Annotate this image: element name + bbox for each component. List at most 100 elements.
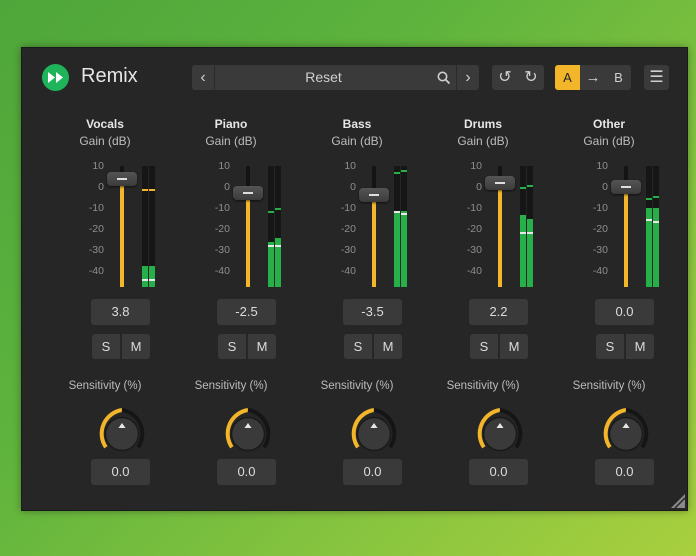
meter-hold-marker — [275, 208, 281, 211]
db-tick-label: 10 — [218, 160, 230, 172]
sensitivity-label: Sensitivity (%) — [320, 380, 394, 392]
sensitivity-knob[interactable] — [218, 404, 278, 464]
channel-name: Bass — [342, 117, 372, 131]
gain-fader-fill — [498, 182, 502, 287]
gain-label: Gain (dB) — [583, 134, 635, 148]
gain-value-field[interactable]: -2.5 — [217, 299, 276, 325]
remix-panel: Remix ‹ Reset › ↺ ↻ A → B ☰ Vocals Gain (… — [21, 47, 688, 511]
db-tick-label: -40 — [592, 265, 608, 277]
meter-level — [520, 214, 526, 287]
db-tick-label: -30 — [466, 244, 482, 256]
mute-button[interactable]: M — [374, 334, 402, 359]
sensitivity-value-field[interactable]: 0.0 — [217, 459, 276, 485]
meter-hold-marker — [646, 197, 652, 200]
meter-peak-marker — [149, 278, 155, 281]
sensitivity-knob[interactable] — [596, 404, 656, 464]
solo-button[interactable]: S — [596, 334, 624, 359]
sensitivity-value-field[interactable]: 0.0 — [91, 459, 150, 485]
db-tick-label: 0 — [350, 181, 356, 193]
level-meter — [653, 166, 659, 287]
db-tick-label: -30 — [88, 244, 104, 256]
gain-fader-handle[interactable] — [233, 185, 263, 200]
meter-hold-marker — [149, 189, 155, 192]
level-meter — [401, 166, 407, 287]
gain-value-field[interactable]: 3.8 — [91, 299, 150, 325]
db-scale: 10 0 -10 -20 -30 -40 — [70, 160, 104, 290]
meter-peak-marker — [653, 221, 659, 224]
gain-value-field[interactable]: 2.2 — [469, 299, 528, 325]
mute-button[interactable]: M — [248, 334, 276, 359]
gain-fader-fill — [624, 187, 628, 287]
meter-peak-marker — [527, 231, 533, 234]
db-tick-label: -30 — [214, 244, 230, 256]
meter-hold-marker — [401, 170, 407, 173]
db-tick-label: -20 — [592, 223, 608, 235]
meter-peak-marker — [646, 219, 652, 222]
sensitivity-knob[interactable] — [470, 404, 530, 464]
solo-button[interactable]: S — [344, 334, 372, 359]
mute-button[interactable]: M — [122, 334, 150, 359]
sensitivity-knob[interactable] — [92, 404, 152, 464]
meter-level — [394, 210, 400, 287]
db-tick-label: -10 — [466, 202, 482, 214]
gain-fader-handle[interactable] — [107, 172, 137, 187]
sensitivity-label: Sensitivity (%) — [68, 380, 142, 392]
sensitivity-label: Sensitivity (%) — [572, 380, 646, 392]
db-tick-label: -40 — [466, 265, 482, 277]
channel-strip-bass: Bass Gain (dB) 10 0 -10 -20 -30 -40 -3.5 S M Sensit… — [294, 48, 420, 510]
sensitivity-value-field[interactable]: 0.0 — [469, 459, 528, 485]
channel-strip-piano: Piano Gain (dB) 10 0 -10 -20 -30 -40 -2.5 S M Sensi… — [168, 48, 294, 510]
db-scale: 10 0 -10 -20 -30 -40 — [448, 160, 482, 290]
meter-hold-marker — [394, 172, 400, 175]
channel-strip-drums: Drums Gain (dB) 10 0 -10 -20 -30 -40 2.2 S M Sensit… — [420, 48, 546, 510]
channel-strip-other: Other Gain (dB) 10 0 -10 -20 -30 -40 0.0 S M Sensit… — [546, 48, 672, 510]
gain-label: Gain (dB) — [79, 134, 131, 148]
level-meter — [646, 166, 652, 287]
resize-handle-icon[interactable] — [671, 494, 685, 508]
gain-label: Gain (dB) — [205, 134, 257, 148]
knob-body — [230, 416, 266, 452]
meter-hold-marker — [142, 189, 148, 192]
sensitivity-label: Sensitivity (%) — [446, 380, 520, 392]
db-tick-label: 10 — [470, 160, 482, 172]
level-meter — [275, 166, 281, 287]
gain-value-field[interactable]: 0.0 — [595, 299, 654, 325]
mute-button[interactable]: M — [626, 334, 654, 359]
channel-strip-vocals: Vocals Gain (dB) 10 0 -10 -20 -30 -40 3.8 S M Sensi… — [42, 48, 168, 510]
gain-fader-handle[interactable] — [611, 180, 641, 195]
db-tick-label: 0 — [98, 181, 104, 193]
solo-button[interactable]: S — [218, 334, 246, 359]
sensitivity-knob[interactable] — [344, 404, 404, 464]
gain-fader-handle[interactable] — [485, 175, 515, 190]
db-tick-label: 10 — [344, 160, 356, 172]
level-meter — [394, 166, 400, 287]
db-tick-label: -40 — [88, 265, 104, 277]
db-tick-label: -10 — [214, 202, 230, 214]
db-tick-label: 0 — [224, 181, 230, 193]
meter-hold-marker — [653, 195, 659, 198]
db-scale: 10 0 -10 -20 -30 -40 — [322, 160, 356, 290]
db-scale: 10 0 -10 -20 -30 -40 — [574, 160, 608, 290]
gain-value-field[interactable]: -3.5 — [343, 299, 402, 325]
db-tick-label: -20 — [214, 223, 230, 235]
gain-fader-handle[interactable] — [359, 187, 389, 202]
db-tick-label: -20 — [340, 223, 356, 235]
db-tick-label: -30 — [592, 244, 608, 256]
channel-name: Other — [592, 117, 625, 131]
meter-peak-marker — [142, 278, 148, 281]
db-tick-label: -30 — [340, 244, 356, 256]
gain-fader-fill — [246, 192, 250, 287]
sensitivity-value-field[interactable]: 0.0 — [595, 459, 654, 485]
solo-button[interactable]: S — [92, 334, 120, 359]
meter-peak-marker — [520, 231, 526, 234]
solo-button[interactable]: S — [470, 334, 498, 359]
knob-body — [356, 416, 392, 452]
db-scale: 10 0 -10 -20 -30 -40 — [196, 160, 230, 290]
knob-body — [608, 416, 644, 452]
level-meter — [149, 166, 155, 287]
sensitivity-value-field[interactable]: 0.0 — [343, 459, 402, 485]
mute-button[interactable]: M — [500, 334, 528, 359]
db-tick-label: -10 — [592, 202, 608, 214]
knob-body — [104, 416, 140, 452]
db-tick-label: -10 — [88, 202, 104, 214]
